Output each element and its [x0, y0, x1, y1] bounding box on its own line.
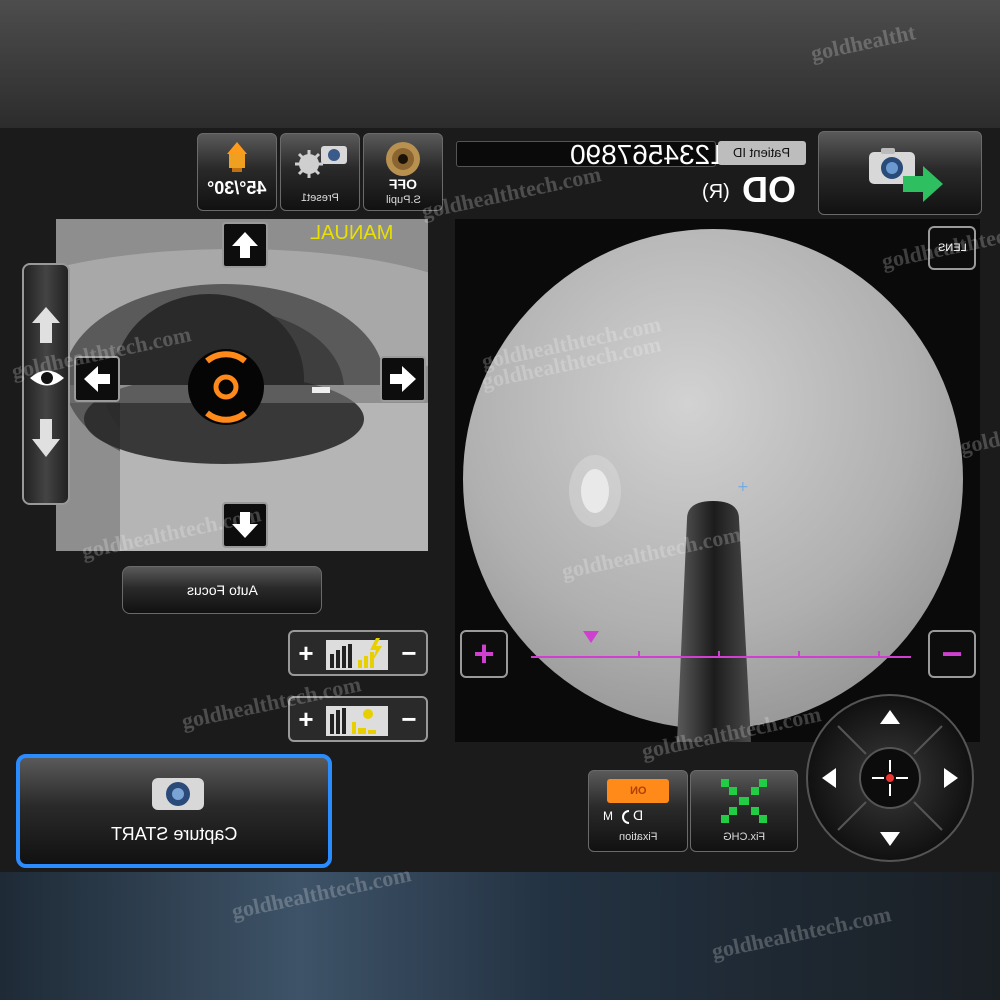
- angle-mode-label: 45°/30°: [207, 178, 267, 198]
- lens-button[interactable]: LENS: [928, 226, 976, 270]
- patient-id-label: Patient ID: [733, 145, 791, 160]
- flash-plus-button[interactable]: +: [292, 638, 320, 668]
- arrow-left-icon: [84, 366, 110, 392]
- angle-mode-button[interactable]: 45°/30°: [197, 133, 277, 211]
- auto-focus-button[interactable]: Auto Focus: [122, 566, 322, 614]
- fix-change-button[interactable]: Fix.CHG: [690, 770, 798, 852]
- chin-up-icon: [32, 307, 60, 343]
- illumination-minus-button[interactable]: −: [394, 704, 424, 734]
- svg-text:+: +: [737, 479, 749, 495]
- fixation-status-tag: ON: [629, 785, 647, 797]
- export-button[interactable]: [818, 131, 982, 215]
- pupil-label: S.Pupil: [385, 194, 421, 206]
- fixation-label: Fixation: [618, 831, 658, 843]
- chin-down-icon: [32, 419, 60, 457]
- patient-id-value: 1234567890: [570, 139, 726, 170]
- alignment-joystick[interactable]: [806, 694, 974, 862]
- arrow-down-icon: [232, 512, 258, 538]
- capture-start-label: Capture START: [110, 824, 238, 844]
- small-pupil-button[interactable]: OFF S.Pupil: [363, 133, 443, 211]
- manual-mode-label: MANUAL: [310, 222, 394, 244]
- flash-level-bars: [326, 638, 388, 670]
- eye-side-sub: (R): [702, 181, 730, 203]
- device-bezel-top: [0, 0, 1000, 128]
- patient-info: 1234567890 Patient ID OD (R): [452, 137, 812, 210]
- flash-level-control: + −: [288, 630, 428, 676]
- pupil-icon: [386, 142, 420, 176]
- eye-icon: [30, 370, 64, 386]
- flash-minus-button[interactable]: −: [394, 638, 424, 668]
- fundus-image: +: [463, 229, 963, 742]
- fixation-direction: D: [633, 807, 644, 823]
- lens-label: LENS: [937, 242, 967, 254]
- device-bezel-bottom: [0, 872, 1000, 1000]
- led-angle-icon: [227, 142, 247, 172]
- camera-icon: [152, 778, 204, 810]
- fixation-grid-icon: [721, 779, 767, 823]
- joystick-arrows: [822, 710, 958, 846]
- illumination-plus-button[interactable]: +: [292, 704, 320, 734]
- eye-height-control[interactable]: [22, 263, 70, 505]
- pupil-value: OFF: [389, 176, 417, 192]
- move-left-button[interactable]: [74, 356, 120, 402]
- focus-plus-label: +: [473, 633, 495, 674]
- fixation-mode: M: [603, 809, 613, 823]
- fix-change-label: Fix.CHG: [722, 831, 766, 843]
- fundus-view: +: [455, 219, 980, 742]
- capture-start-button[interactable]: Capture START: [16, 754, 332, 868]
- preset-button[interactable]: Preset1: [280, 133, 360, 211]
- illumination-level-bars: [326, 706, 388, 736]
- auto-focus-label: Auto Focus: [186, 582, 258, 598]
- move-up-button[interactable]: [222, 222, 268, 268]
- camera-arrow-icon: [869, 148, 943, 202]
- arrow-up-icon: [232, 232, 258, 258]
- focus-minus-label: −: [941, 633, 963, 674]
- move-down-button[interactable]: [222, 502, 268, 548]
- preset-label: Preset1: [301, 192, 339, 204]
- move-right-button[interactable]: [380, 356, 426, 402]
- focus-minus-button[interactable]: −: [928, 630, 976, 678]
- fixation-target-icon: [622, 810, 630, 824]
- illumination-level-control: + −: [288, 696, 428, 742]
- fixation-button[interactable]: ON D M Fixation: [588, 770, 688, 852]
- eye-side-main: OD: [742, 169, 796, 210]
- gear-camera-icon: [295, 146, 347, 178]
- arrow-right-icon: [390, 366, 416, 392]
- focus-plus-button[interactable]: +: [460, 630, 508, 678]
